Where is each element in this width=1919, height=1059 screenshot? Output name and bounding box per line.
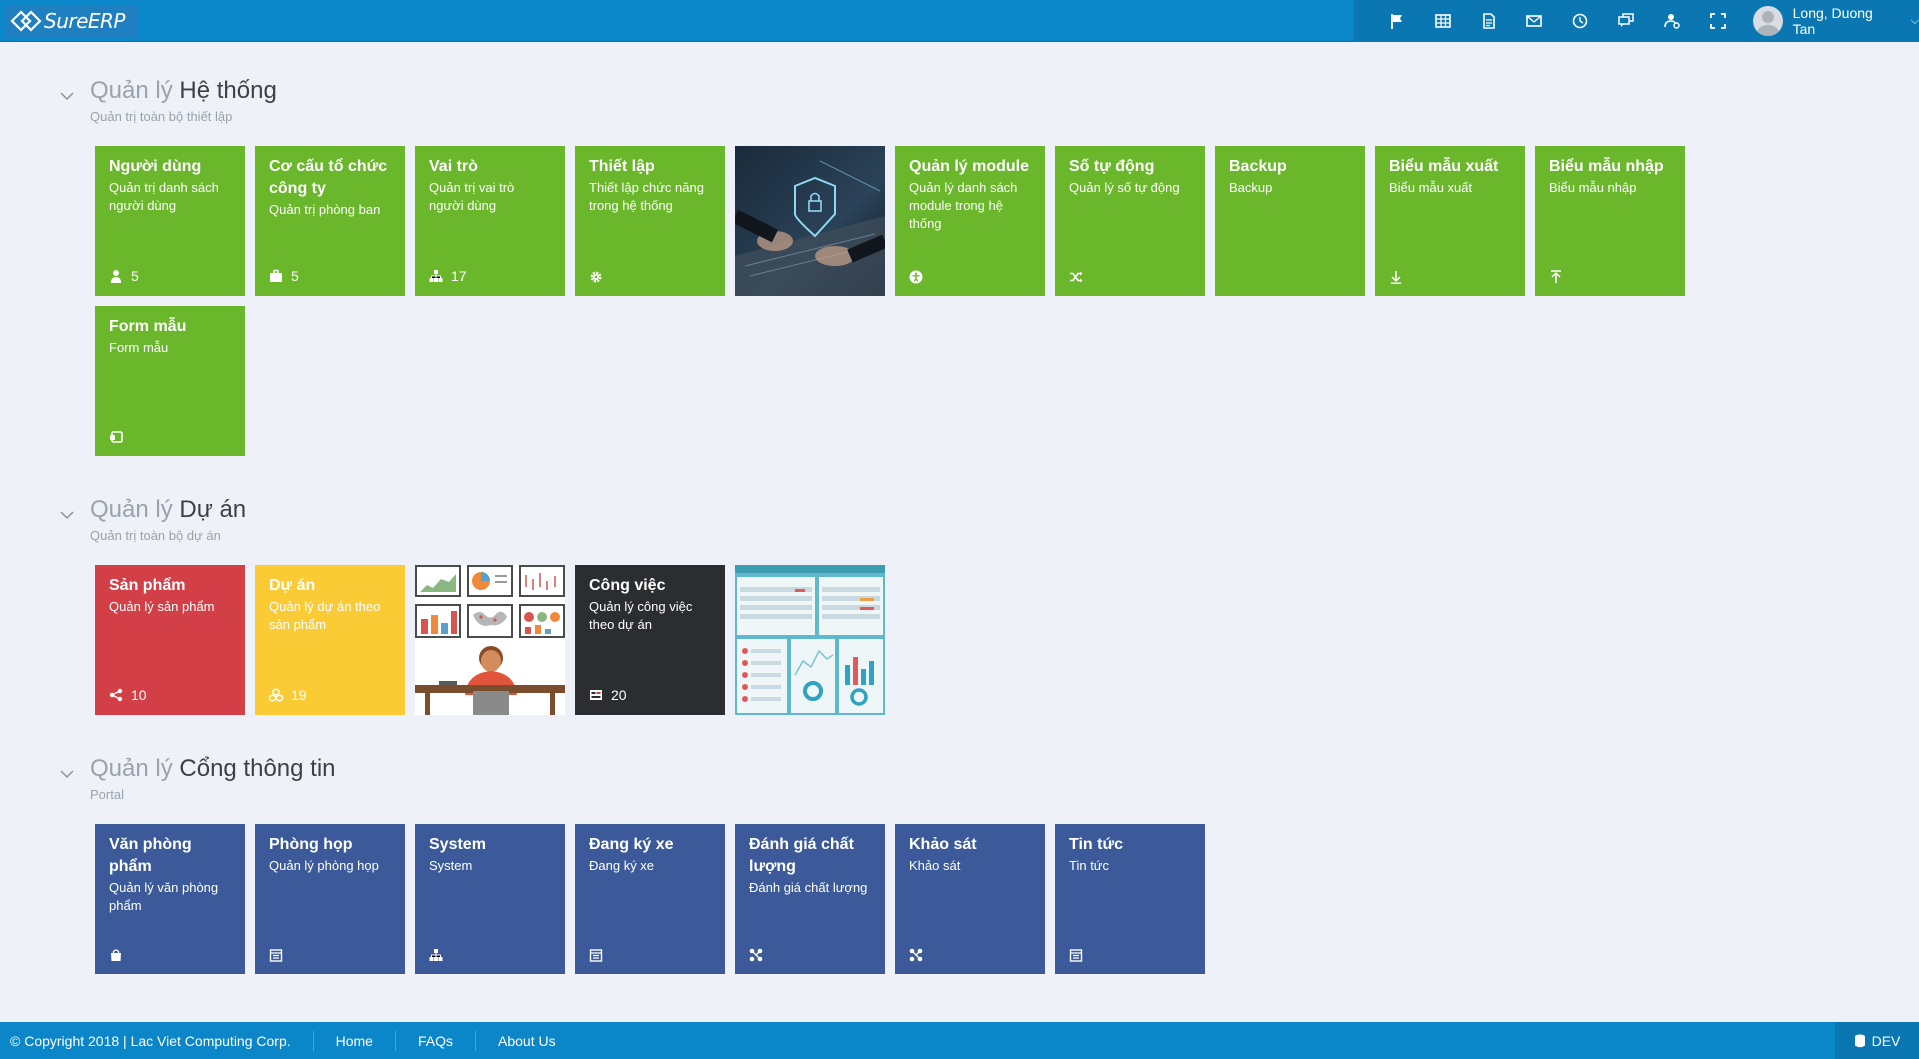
chat-icon[interactable] [1603, 0, 1649, 42]
tile-co-cau-to-chuc[interactable]: Cơ cấu tổ chức công ty Quản trị phòng ba… [255, 146, 405, 296]
tile-bieu-mau-nhap[interactable]: Biểu mẫu nhập Biểu mẫu nhập [1535, 146, 1685, 296]
user-name: Long, Duong Tan [1792, 5, 1873, 37]
tile-san-pham[interactable]: Sản phẩm Quản lý sản phẩm 10 [95, 565, 245, 715]
calendar-icon [269, 949, 283, 962]
download-icon [1391, 271, 1401, 284]
cubes-icon [269, 688, 283, 702]
section-subtitle: Quản trị toàn bộ dự án [90, 528, 221, 543]
tile-count: 19 [291, 687, 307, 703]
app-logo[interactable]: SureERP [6, 5, 138, 37]
shuffle-icon [1070, 271, 1083, 283]
section-subtitle: Portal [90, 787, 124, 802]
logo-icon [10, 10, 42, 32]
tile-so-tu-dong[interactable]: Số tự động Quản lý số tự động [1055, 146, 1205, 296]
tile-thiet-lap[interactable]: Thiết lập Thiết lập chức năng trong hệ t… [575, 146, 725, 296]
footer-link-about-us[interactable]: About Us [498, 1033, 556, 1049]
tile-dang-ky-xe[interactable]: Đang ký xe Đang ký xe [575, 824, 725, 974]
briefcase-icon [270, 269, 282, 282]
top-toolbar: Long, Duong Tan ⌵ [1354, 0, 1919, 42]
chevron-down-icon[interactable] [60, 769, 74, 779]
tile-khao-sat[interactable]: Khảo sát Khảo sát [895, 824, 1045, 974]
tile-count: 17 [451, 268, 467, 284]
logo-text: SureERP [44, 9, 126, 33]
accessibility-icon [909, 270, 923, 284]
tile-count: 5 [131, 268, 139, 284]
section-title: Quản lý Hệ thống [90, 77, 277, 104]
env-label: DEV [1871, 1032, 1901, 1049]
footer-link-faqs[interactable]: FAQs [418, 1033, 453, 1049]
tile-system[interactable]: System System [415, 824, 565, 974]
top-bar: SureERP Long, Duong Tan ⌵ [0, 0, 1919, 42]
upload-icon [1551, 270, 1561, 283]
calendar-icon [589, 949, 603, 962]
tile-du-an[interactable]: Dự án Quản lý dự án theo sản phẩm 19 [255, 565, 405, 715]
footer: © Copyright 2018 | Lac Viet Computing Co… [0, 1022, 1919, 1059]
mail-icon[interactable] [1512, 0, 1558, 42]
project-illustration-image [415, 565, 565, 715]
protected-image [735, 146, 885, 296]
sitemap-icon [429, 270, 443, 282]
dashboard-screenshot-image [735, 565, 885, 715]
tile-count: 20 [611, 687, 627, 703]
section-title: Quản lý Cổng thông tin [90, 755, 336, 782]
tile-nguoi-dung[interactable]: Người dùng Quản trị danh sách người dùng… [95, 146, 245, 296]
chevron-down-icon[interactable] [60, 510, 74, 520]
form-icon [110, 431, 123, 443]
tile-quan-ly-module[interactable]: Quản lý module Quản lý danh sách module … [895, 146, 1045, 296]
share-icon [109, 688, 123, 702]
tile-van-phong-pham[interactable]: Văn phòng phẩm Quản lý văn phòng phẩm [95, 824, 245, 974]
flag-icon[interactable] [1374, 0, 1420, 42]
section-title: Quản lý Dự án [90, 496, 247, 523]
document-icon[interactable] [1466, 0, 1512, 42]
environment-badge: DEV [1835, 1022, 1919, 1059]
tile-count: 10 [131, 687, 147, 703]
chevron-down-icon: ⌵ [1910, 14, 1919, 27]
nodes-icon [749, 948, 763, 962]
avatar [1752, 6, 1783, 36]
gear-icon [590, 271, 602, 283]
clock-icon[interactable] [1557, 0, 1603, 42]
user-icon [111, 270, 121, 283]
bag-icon [111, 949, 121, 961]
tile-danh-gia-chat-luong[interactable]: Đánh giá chất lượng Đánh giá chất lượng [735, 824, 885, 974]
tile-vai-tro[interactable]: Vai trò Quản trị vai trò người dùng 17 [415, 146, 565, 296]
tile-tin-tuc[interactable]: Tin tức Tin tức [1055, 824, 1205, 974]
chevron-down-icon[interactable] [60, 91, 74, 101]
footer-link-home[interactable]: Home [336, 1033, 373, 1049]
tile-cong-viec[interactable]: Công việc Quản lý công việc theo dự án 2… [575, 565, 725, 715]
copyright-text: © Copyright 2018 | Lac Viet Computing Co… [10, 1032, 291, 1049]
fullscreen-icon[interactable] [1695, 0, 1741, 42]
sitemap-icon [429, 949, 443, 961]
database-icon [1854, 1034, 1865, 1047]
table-icon[interactable] [1420, 0, 1466, 42]
tile-bieu-mau-xuat[interactable]: Biểu mẫu xuất Biểu mẫu xuất [1375, 146, 1525, 296]
tile-phong-hop[interactable]: Phòng họp Quản lý phòng họp [255, 824, 405, 974]
calendar-icon [1069, 949, 1083, 962]
tasks-icon [590, 690, 602, 700]
user-menu[interactable]: Long, Duong Tan ⌵ [1752, 5, 1919, 37]
section-subtitle: Quản trị toàn bộ thiết lập [90, 109, 233, 124]
tile-backup[interactable]: Backup Backup [1215, 146, 1365, 296]
tile-form-mau[interactable]: Form mẫu Form mẫu [95, 306, 245, 456]
user-settings-icon[interactable] [1649, 0, 1695, 42]
tile-count: 5 [291, 268, 299, 284]
nodes-icon [909, 948, 923, 962]
